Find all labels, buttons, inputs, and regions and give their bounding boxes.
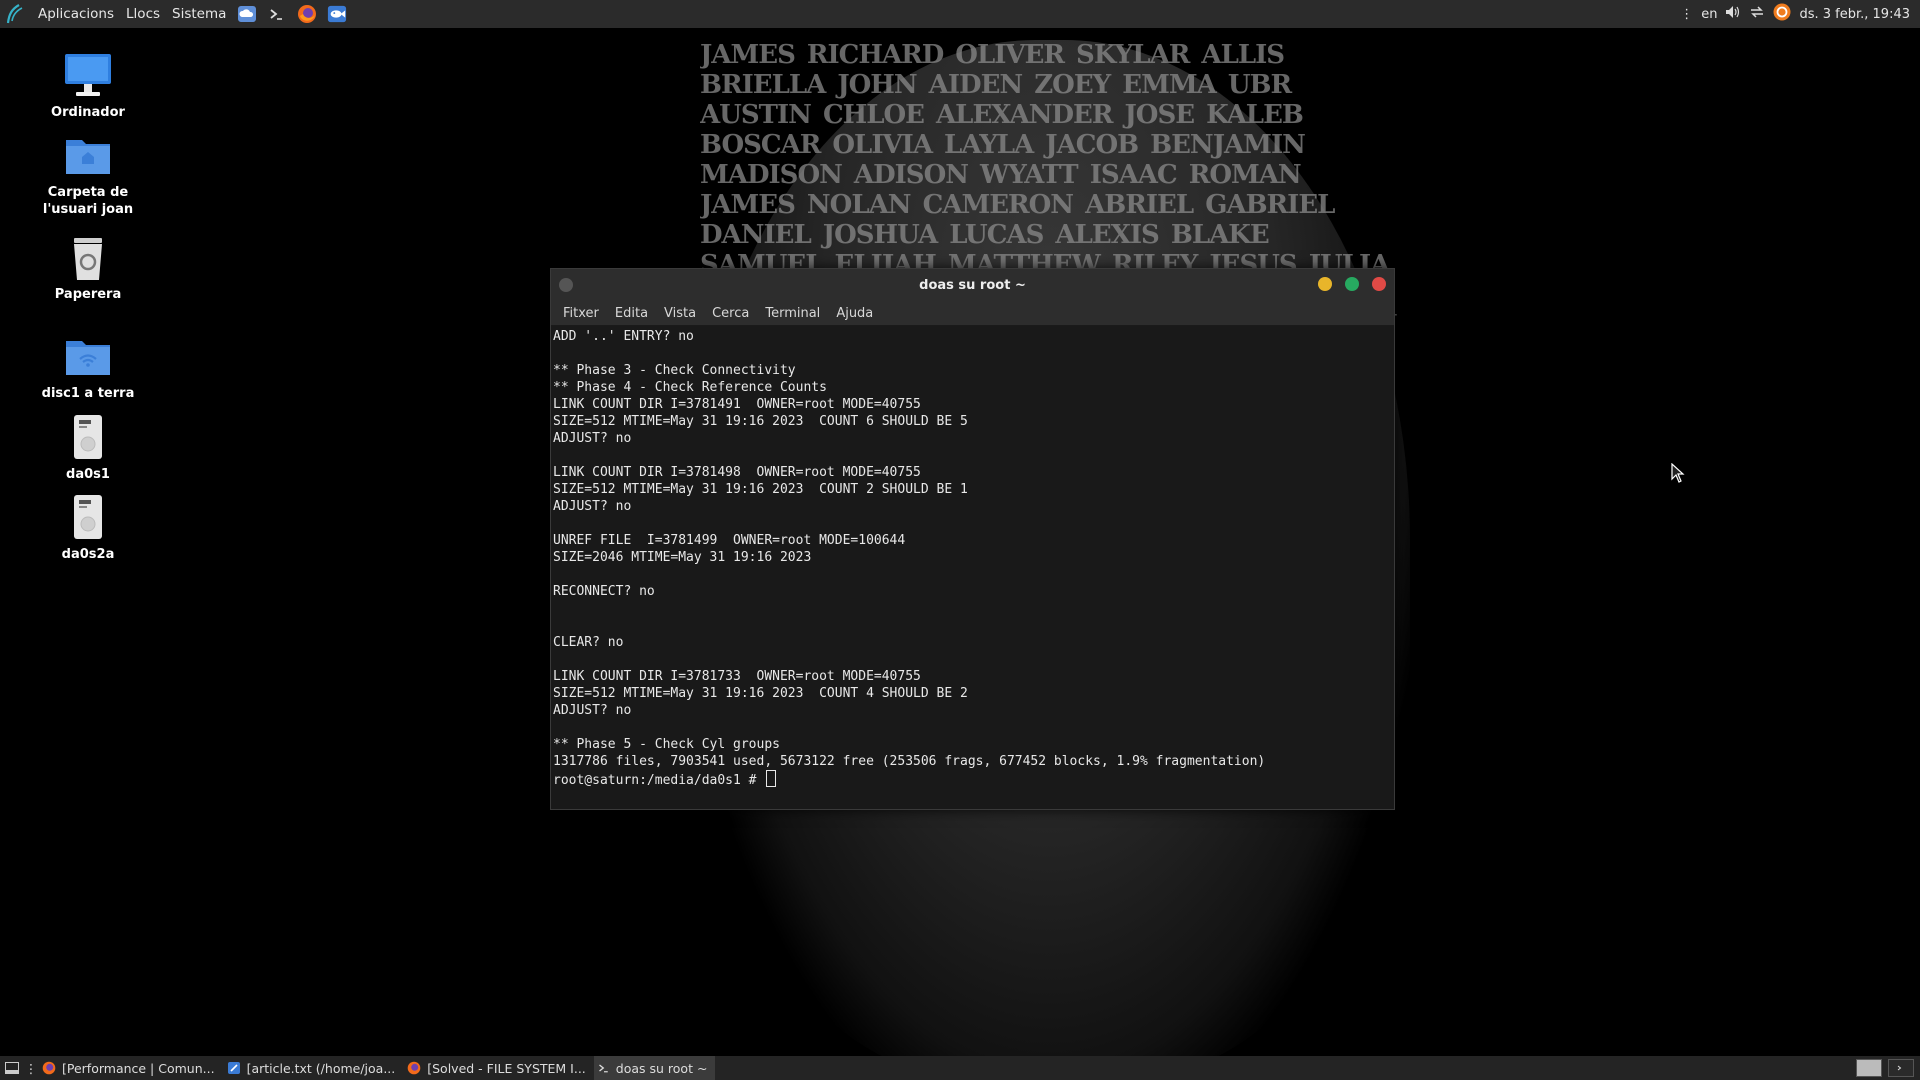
- terminal-prompt: root@saturn:/media/da0s1 #: [553, 773, 765, 788]
- terminal-line: ADD '..' ENTRY? no: [553, 329, 694, 344]
- terminal-menubar: Fitxer Edita Vista Cerca Terminal Ajuda: [551, 301, 1394, 326]
- menu-search[interactable]: Cerca: [704, 306, 757, 321]
- firefox-launcher-icon[interactable]: [297, 4, 317, 24]
- terminal-line: CLEAR? no: [553, 635, 624, 650]
- terminal-launcher-icon[interactable]: [267, 4, 287, 24]
- terminal-line: ** Phase 4 - Check Reference Counts: [553, 380, 827, 395]
- taskbar-handle-icon[interactable]: ⋮: [25, 1060, 38, 1076]
- top-panel: Aplicacions Llocs Sistema ⋮ en ds. 3 feb…: [0, 0, 1920, 28]
- desktop-icon-label: Ordinador: [51, 105, 125, 120]
- panel-menu-icon[interactable]: ⋮: [1680, 7, 1693, 22]
- terminal-output[interactable]: ADD '..' ENTRY? no ** Phase 3 - Check Co…: [551, 326, 1394, 809]
- terminal-line: ADJUST? no: [553, 499, 632, 514]
- desktop-icon-label: disc1 a terra: [41, 386, 135, 401]
- drive-icon: [74, 415, 102, 459]
- home-folder-icon: [66, 140, 110, 174]
- trash-icon: [74, 238, 102, 280]
- window-menu-button[interactable]: [559, 278, 573, 292]
- terminal-icon: [598, 1064, 608, 1073]
- terminal-line: LINK COUNT DIR I=3781733 OWNER=root MODE…: [553, 669, 921, 684]
- keyboard-layout-indicator[interactable]: en: [1701, 7, 1717, 22]
- workspace-2-button[interactable]: [1888, 1059, 1914, 1077]
- taskbar-task-label: [article.txt (/home/joa...: [246, 1060, 396, 1076]
- taskbar-task-label: [Solved - FILE SYSTEM I...: [427, 1060, 586, 1076]
- clock[interactable]: ds. 3 febr., 19:43: [1799, 7, 1910, 22]
- desktop-icon-label: Carpeta de l'usuari joan: [42, 185, 134, 217]
- taskbar-task-label: doas su root ~: [615, 1060, 708, 1076]
- firefox-icon: [42, 1061, 56, 1075]
- terminal-titlebar[interactable]: doas su root ~: [551, 269, 1394, 301]
- distro-logo-icon[interactable]: [4, 3, 26, 25]
- menu-file[interactable]: Fitxer: [555, 306, 607, 321]
- network-folder-icon: [66, 341, 110, 375]
- workspace-1-button[interactable]: [1856, 1059, 1882, 1077]
- fish-app-launcher-icon[interactable]: [327, 4, 347, 24]
- terminal-line: SIZE=512 MTIME=May 31 19:16 2023 COUNT 6…: [553, 414, 968, 429]
- terminal-line: UNREF FILE I=3781499 OWNER=root MODE=100…: [553, 533, 906, 548]
- window-title: doas su root ~: [919, 277, 1026, 293]
- text-editor-icon: [227, 1062, 240, 1074]
- desktop-icon-computer[interactable]: Ordinador: [20, 50, 156, 121]
- show-desktop-icon[interactable]: [4, 1060, 20, 1076]
- terminal-line: LINK COUNT DIR I=3781498 OWNER=root MODE…: [553, 465, 921, 480]
- terminal-line: ADJUST? no: [553, 431, 632, 446]
- terminal-line: SIZE=512 MTIME=May 31 19:16 2023 COUNT 2…: [553, 482, 968, 497]
- maximize-button[interactable]: [1345, 277, 1359, 291]
- terminal-line: SIZE=2046 MTIME=May 31 19:16 2023: [553, 550, 812, 565]
- terminal-line: LINK COUNT DIR I=3781491 OWNER=root MODE…: [553, 397, 921, 412]
- terminal-prompt-line[interactable]: root@saturn:/media/da0s1 #: [553, 770, 1392, 788]
- taskbar-task-active[interactable]: doas su root ~: [593, 1056, 716, 1080]
- taskbar-task-label: [Performance | Comun...: [62, 1060, 215, 1076]
- system-tray: ⋮ en ds. 3 febr., 19:43: [1680, 3, 1920, 25]
- terminal-line: ADJUST? no: [553, 703, 632, 718]
- desktop-icon-label: Paperera: [54, 287, 122, 302]
- desktop-icon-label: da0s2a: [61, 547, 115, 562]
- cloud-launcher-icon[interactable]: [237, 4, 257, 24]
- volume-icon[interactable]: [1725, 5, 1741, 23]
- desktop-icon-label: da0s1: [66, 467, 110, 482]
- desktop-icon-trash[interactable]: Paperera: [20, 232, 156, 303]
- menu-terminal[interactable]: Terminal: [757, 306, 828, 321]
- text-cursor: [766, 770, 777, 787]
- taskbar-task[interactable]: [Performance | Comun...: [38, 1056, 223, 1080]
- menu-places[interactable]: Llocs: [120, 6, 166, 22]
- computer-icon: [65, 54, 111, 96]
- terminal-line: SIZE=512 MTIME=May 31 19:16 2023 COUNT 4…: [553, 686, 968, 701]
- mouse-pointer-icon: [1671, 463, 1685, 483]
- close-button[interactable]: [1372, 277, 1386, 291]
- desktop-icon-drive-da0s1[interactable]: da0s1: [20, 412, 156, 483]
- bottom-taskbar: ⋮ [Performance | Comun... [article.txt (…: [0, 1056, 1920, 1080]
- terminal-line: RECONNECT? no: [553, 584, 655, 599]
- minimize-button[interactable]: [1318, 277, 1332, 291]
- drive-icon: [74, 495, 102, 539]
- menu-view[interactable]: Vista: [656, 306, 704, 321]
- taskbar-task[interactable]: [Solved - FILE SYSTEM I...: [403, 1056, 594, 1080]
- terminal-line: ** Phase 5 - Check Cyl groups: [553, 737, 780, 752]
- network-icon[interactable]: [1749, 5, 1765, 23]
- firefox-icon: [407, 1061, 421, 1075]
- update-notifier-icon[interactable]: [1773, 3, 1791, 25]
- terminal-line: 1317786 files, 7903541 used, 5673122 fre…: [553, 754, 1266, 769]
- terminal-line: ** Phase 3 - Check Connectivity: [553, 363, 796, 378]
- desktop-icon-drive-da0s2a[interactable]: da0s2a: [20, 492, 156, 563]
- desktop-icon-home-folder[interactable]: Carpeta de l'usuari joan: [20, 130, 156, 218]
- terminal-window[interactable]: doas su root ~ Fitxer Edita Vista Cerca …: [550, 268, 1395, 810]
- desktop-icon-network-share[interactable]: disc1 a terra: [20, 331, 156, 402]
- menu-system[interactable]: Sistema: [166, 6, 232, 22]
- menu-help[interactable]: Ajuda: [828, 306, 881, 321]
- taskbar-task[interactable]: [article.txt (/home/joa...: [223, 1056, 404, 1080]
- menu-edit[interactable]: Edita: [607, 306, 656, 321]
- menu-applications[interactable]: Aplicacions: [32, 6, 120, 22]
